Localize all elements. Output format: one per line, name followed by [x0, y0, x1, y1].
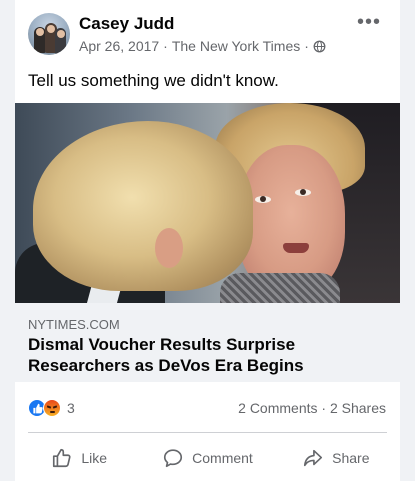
link-preview[interactable]: NYTIMES.COM Dismal Voucher Results Surpr… — [15, 303, 400, 382]
engagement-counts: 2 Comments · 2 Shares — [238, 400, 386, 416]
link-title[interactable]: Dismal Voucher Results Surprise Research… — [28, 334, 390, 376]
like-label: Like — [81, 450, 107, 466]
post-date[interactable]: Apr 26, 2017 — [79, 38, 159, 54]
globe-icon[interactable] — [313, 40, 326, 53]
post-card: Casey Judd Apr 26, 2017 · The New York T… — [15, 0, 400, 481]
divider — [28, 432, 387, 433]
author-name[interactable]: Casey Judd — [79, 14, 174, 34]
avatar[interactable] — [28, 13, 70, 55]
post-meta: Apr 26, 2017 · The New York Times · — [79, 38, 326, 54]
more-options-icon[interactable]: ••• — [357, 12, 381, 32]
link-preview-image[interactable] — [15, 103, 400, 303]
angry-reaction-icon — [43, 399, 61, 417]
post-actions: Like Comment Share — [15, 440, 400, 476]
meta-separator: · — [304, 38, 309, 54]
post-header: Casey Judd Apr 26, 2017 · The New York T… — [15, 8, 400, 60]
comment-icon — [164, 449, 183, 468]
comments-count[interactable]: 2 Comments — [238, 400, 317, 416]
link-domain: NYTIMES.COM — [28, 317, 120, 332]
meta-separator: · — [163, 38, 168, 54]
comment-button[interactable]: Comment — [143, 440, 271, 476]
share-button[interactable]: Share — [272, 440, 400, 476]
feed-background-right — [400, 0, 415, 481]
shares-count[interactable]: 2 Shares — [330, 400, 386, 416]
thumbs-up-icon — [53, 448, 71, 468]
reactions-count: 3 — [67, 400, 75, 416]
like-button[interactable]: Like — [15, 440, 143, 476]
reactions-summary[interactable]: 3 — [28, 397, 75, 419]
comment-label: Comment — [192, 450, 253, 466]
share-label: Share — [332, 450, 370, 466]
post-source[interactable]: The New York Times — [172, 38, 300, 54]
feed-background-left — [0, 0, 15, 481]
post-text: Tell us something we didn't know. — [28, 71, 279, 90]
counts-separator: · — [321, 400, 327, 416]
share-arrow-icon — [304, 449, 323, 467]
